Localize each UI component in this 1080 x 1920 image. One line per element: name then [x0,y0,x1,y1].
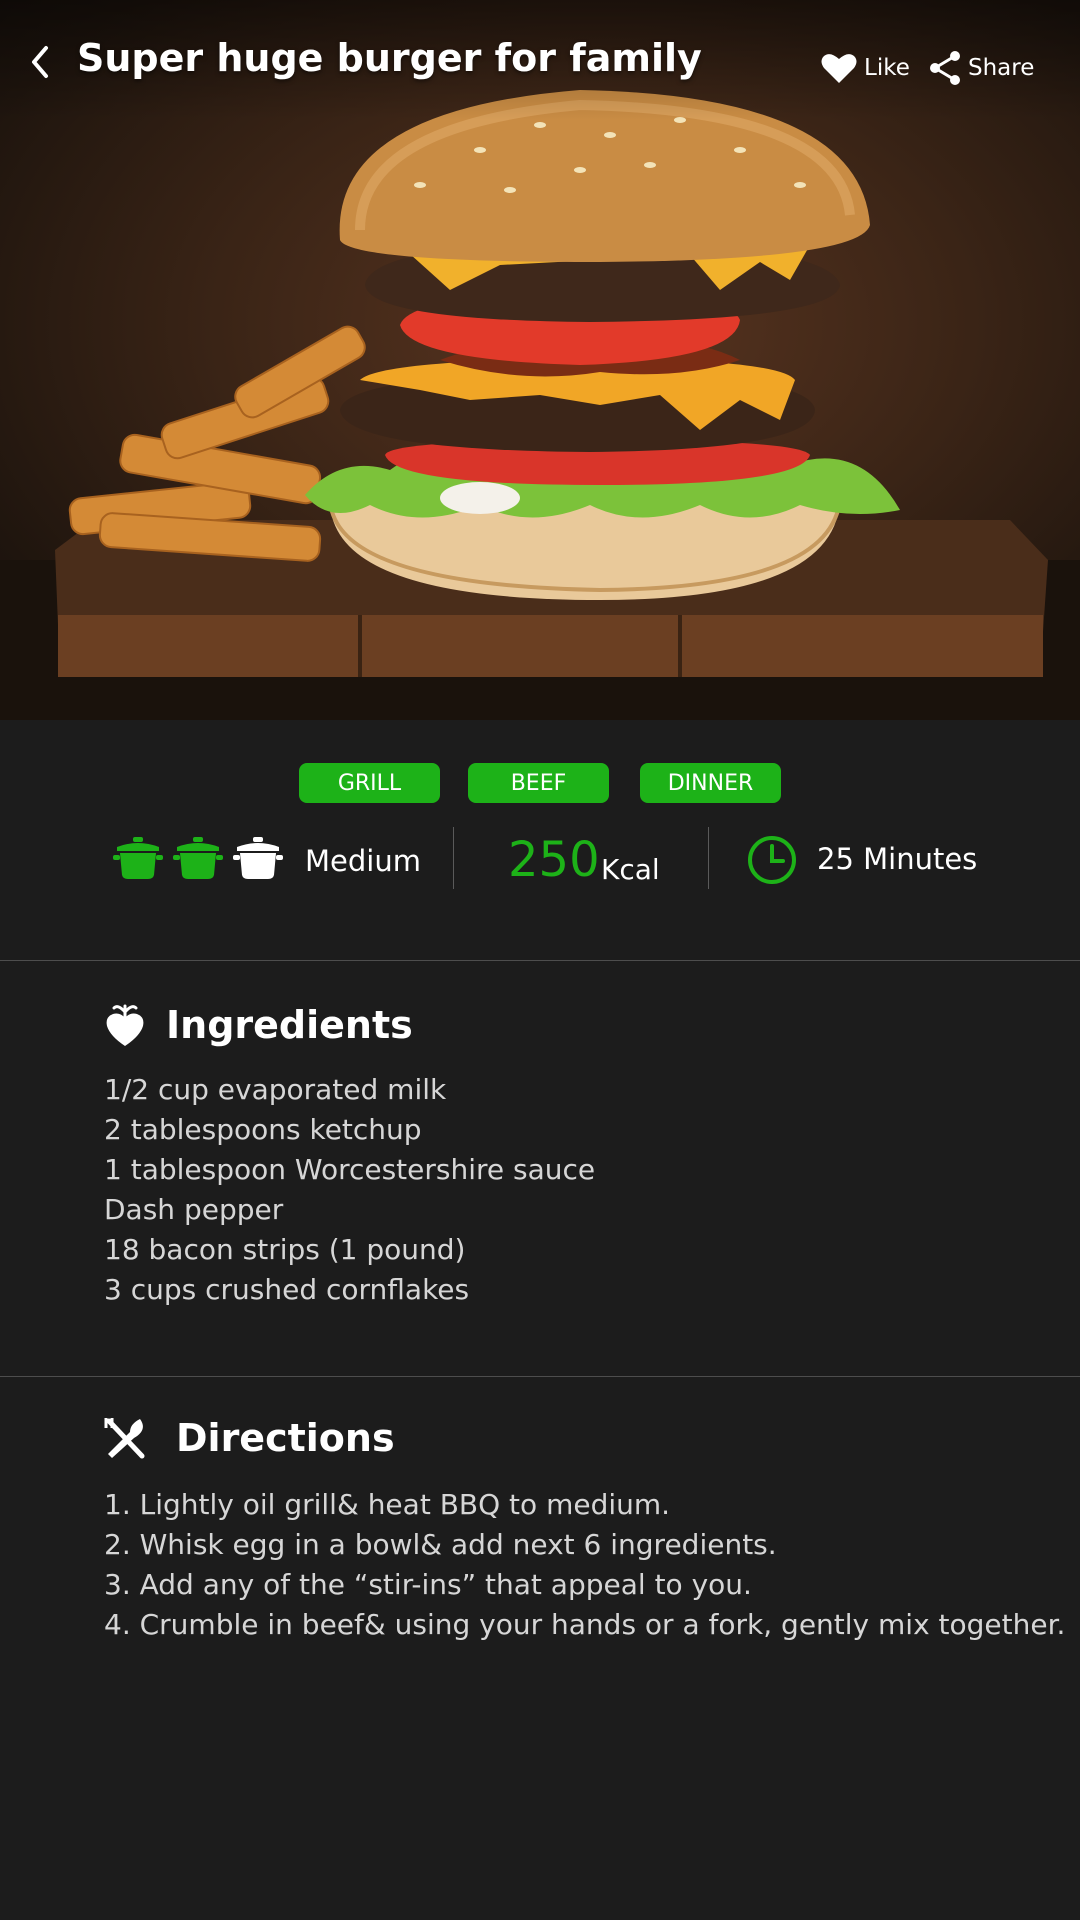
pot-icon [173,837,223,879]
divider [708,827,709,889]
difficulty-rating [113,835,283,881]
back-button[interactable] [22,38,62,86]
share-icon [930,51,960,85]
ingredients-title: Ingredients [166,1003,413,1047]
direction-step: 3. Add any of the “stir-ins” that appeal… [104,1568,752,1601]
ingredients-list: 1/2 cup evaporated milk 2 tablespoons ket… [104,1070,595,1310]
directions-list: 1. Lightly oil grill& heat BBQ to medium… [104,1485,1065,1645]
kcal-value: 250 [508,832,600,888]
direction-step: 1. Lightly oil grill& heat BBQ to medium… [104,1488,671,1521]
ingredient-item: 2 tablespoons ketchup [104,1113,422,1146]
beet-icon [106,1004,144,1046]
fork-knife-icon [104,1418,145,1459]
heart-icon [821,54,857,83]
section-divider [0,960,1080,961]
ingredient-item: 18 bacon strips (1 pound) [104,1233,466,1266]
directions-title: Directions [176,1416,395,1460]
kcal-unit: Kcal [601,853,660,886]
ingredient-item: 1/2 cup evaporated milk [104,1073,447,1106]
recipe-stats: Medium 250 Kcal 25 Minutes [0,820,1080,900]
share-button[interactable]: Share [928,48,1034,88]
ingredient-item: 1 tablespoon Worcestershire sauce [104,1153,596,1186]
hero-image: Super huge burger for family Like Share [0,0,1080,720]
divider [453,827,454,889]
clock-icon [748,836,796,884]
directions-header: Directions [104,1416,395,1460]
cook-time: 25 Minutes [817,842,978,876]
pot-icon [113,837,163,879]
tag-beef[interactable]: BEEF [468,763,609,803]
ingredient-item: Dash pepper [104,1193,284,1226]
pot-icon [233,837,283,879]
section-divider [0,1376,1080,1377]
tag-grill[interactable]: GRILL [299,763,440,803]
direction-step: 4. Crumble in beef& using your hands or … [104,1608,1066,1641]
direction-step: 2. Whisk egg in a bowl& add next 6 ingre… [104,1528,777,1561]
page-title: Super huge burger for family [77,36,702,80]
tag-dinner[interactable]: DINNER [640,763,781,803]
like-button[interactable]: Like [820,48,910,88]
top-bar: Super huge burger for family Like Share [0,0,1080,130]
like-label: Like [864,55,910,81]
ingredient-item: 3 cups crushed cornflakes [104,1273,470,1306]
ingredients-header: Ingredients [104,1002,413,1048]
chevron-left-icon [32,46,48,78]
difficulty-label: Medium [305,844,421,878]
share-label: Share [968,55,1035,81]
